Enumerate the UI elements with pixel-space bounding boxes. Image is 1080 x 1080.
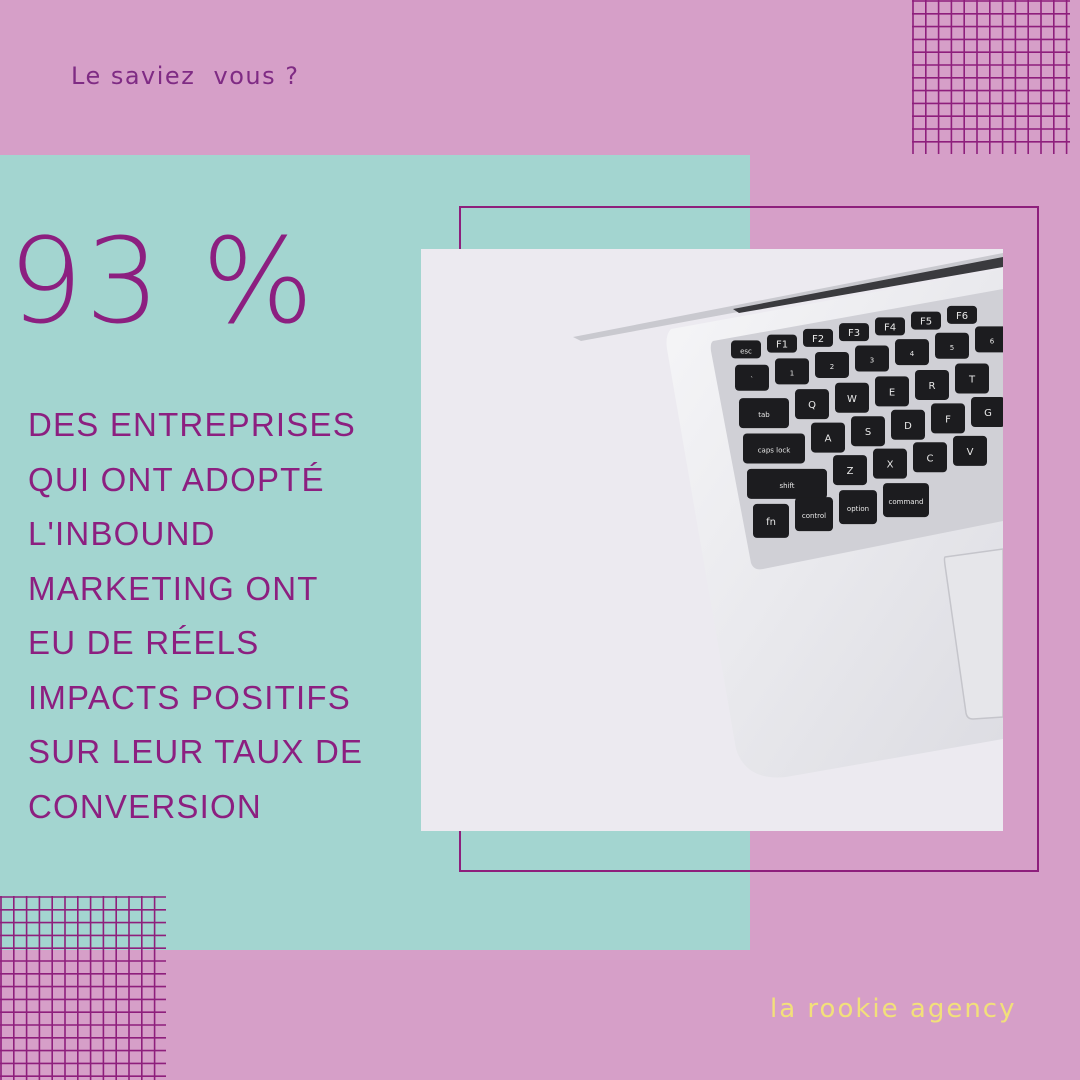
svg-text:3: 3 (870, 357, 874, 365)
svg-text:F1: F1 (776, 340, 788, 351)
svg-text:6: 6 (990, 337, 995, 345)
keyboard-key: Z (833, 455, 867, 486)
keyboard-key: ` (735, 364, 769, 391)
svg-text:`: ` (750, 376, 754, 384)
keyboard-key: 6 (975, 326, 1003, 353)
keyboard-key: F4 (875, 317, 905, 336)
keyboard-key: G (971, 397, 1003, 427)
svg-text:F: F (945, 414, 951, 425)
instagram-post: esc F1 F2 F3 F4 F5 F6 ` 1 2 3 4 5 6 tab Q W E R Tcaps lock A… (0, 0, 1080, 1080)
svg-text:esc: esc (740, 347, 752, 355)
description-line: EU DE RÉELS (28, 624, 260, 661)
keyboard-key: 5 (935, 332, 969, 359)
keyboard-key: 2 (815, 351, 849, 378)
grid-pattern-top-right (912, 0, 1070, 154)
keyboard-key: E (875, 376, 909, 407)
keyboard-key: X (873, 448, 907, 479)
svg-text:F4: F4 (884, 322, 896, 333)
keyboard-key: 3 (855, 345, 889, 372)
svg-text:caps lock: caps lock (758, 446, 792, 454)
keyboard-key: F6 (947, 305, 977, 324)
description-line: IMPACTS POSITIFS (28, 678, 351, 716)
keyboard-key: fn (753, 503, 789, 538)
keyboard-key: caps lock (743, 433, 805, 464)
svg-text:R: R (929, 381, 936, 392)
description-line: CONVERSION (28, 787, 262, 825)
keyboard-key: shift (747, 468, 827, 499)
svg-text:E: E (889, 387, 895, 398)
keyboard-key: 4 (895, 339, 929, 366)
svg-text:shift: shift (779, 482, 794, 490)
keyboard-key: W (835, 382, 869, 413)
svg-text:X: X (887, 460, 894, 471)
keyboard-key: F (931, 403, 965, 434)
kicker-text: Le saviez vous ? (71, 62, 300, 90)
description-line: MARKETING ONT (28, 569, 319, 607)
svg-text:F5: F5 (920, 317, 932, 328)
svg-text:control: control (802, 512, 826, 520)
svg-text:G: G (984, 408, 992, 419)
svg-text:F6: F6 (956, 311, 968, 322)
keyboard-key: tab (739, 398, 789, 429)
svg-text:Q: Q (808, 400, 816, 411)
svg-text:command: command (889, 498, 924, 506)
svg-text:V: V (967, 447, 974, 458)
svg-text:F2: F2 (812, 334, 824, 345)
svg-text:2: 2 (830, 363, 834, 371)
keyboard-key: V (953, 435, 987, 466)
keyboard-key: F5 (911, 311, 941, 330)
keyboard-key: R (915, 369, 949, 400)
keyboard-key: 1 (775, 358, 809, 385)
svg-text:S: S (865, 427, 871, 438)
laptop-illustration: esc F1 F2 F3 F4 F5 F6 ` 1 2 3 4 5 6 tab Q W E R Tcaps lock A… (421, 249, 1003, 831)
svg-text:1: 1 (790, 369, 794, 377)
svg-text:W: W (847, 394, 857, 405)
keyboard-key: Q (795, 389, 829, 420)
keyboard-key: T (955, 363, 989, 394)
description-block: DES ENTREPRISES QUI ONT ADOPTÉ L'INBOUND… (28, 398, 448, 834)
svg-text:D: D (904, 421, 912, 432)
stat-number: 93 % (8, 212, 316, 350)
keyboard-key: F2 (803, 328, 833, 347)
description-line: DES ENTREPRISES (28, 406, 356, 443)
description-line: L'INBOUND (28, 515, 216, 552)
svg-text:T: T (968, 375, 976, 386)
svg-text:option: option (847, 505, 869, 513)
svg-text:Z: Z (847, 466, 854, 477)
keyboard-key: esc (731, 340, 761, 359)
svg-text:F3: F3 (848, 328, 860, 339)
keyboard-key: control (795, 497, 833, 532)
svg-text:C: C (927, 453, 934, 464)
laptop-photo: esc F1 F2 F3 F4 F5 F6 ` 1 2 3 4 5 6 tab Q W E R Tcaps lock A… (421, 249, 1003, 831)
grid-pattern-bottom-left (0, 896, 166, 1080)
svg-text:5: 5 (950, 344, 954, 352)
keyboard-key: D (891, 409, 925, 440)
description-line: QUI ONT ADOPTÉ (28, 460, 325, 498)
keyboard-key: A (811, 422, 845, 453)
keyboard-key: F1 (767, 334, 797, 353)
keyboard-key: command (883, 483, 929, 518)
keyboard-key: C (913, 442, 947, 473)
svg-text:4: 4 (910, 350, 915, 358)
svg-text:fn: fn (766, 517, 776, 528)
keyboard-key: option (839, 490, 877, 525)
svg-text:tab: tab (758, 411, 770, 419)
keyboard-key: F3 (839, 323, 869, 342)
brand-name: la rookie agency (770, 994, 1017, 1024)
description-line: SUR LEUR TAUX DE (28, 733, 364, 770)
keyboard-key: S (851, 416, 885, 447)
svg-text:A: A (825, 434, 832, 445)
